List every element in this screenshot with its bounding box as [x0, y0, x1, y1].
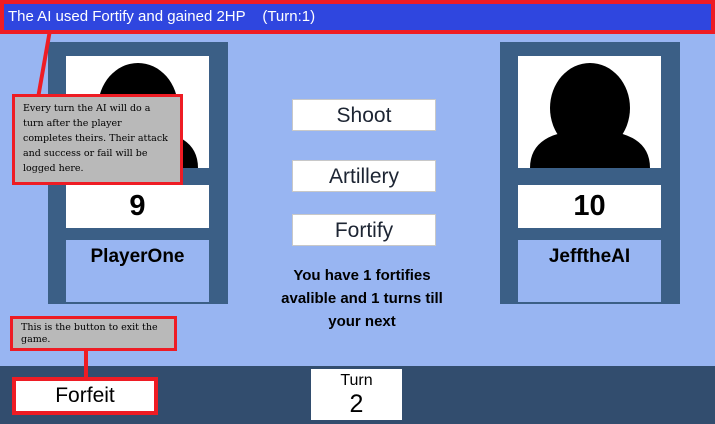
annotation-connector [84, 349, 88, 379]
fortify-button[interactable]: Fortify [292, 214, 436, 246]
shoot-button[interactable]: Shoot [292, 99, 436, 131]
ai-name: JefftheAI [518, 240, 661, 302]
ai-hp: 10 [518, 185, 661, 228]
person-silhouette-icon [530, 63, 650, 168]
forfeit-help-tooltip: This is the button to exit the game. [10, 316, 177, 351]
status-line: You have 1 fortifies [293, 267, 431, 284]
player-hp: 9 [66, 185, 209, 228]
turn-label: Turn [340, 372, 373, 389]
forfeit-button[interactable]: Forfeit [12, 377, 158, 415]
turn-value: 2 [349, 390, 364, 418]
player-name: PlayerOne [66, 240, 209, 302]
ai-action-log: The AI used Fortify and gained 2HP (Turn… [0, 0, 715, 34]
log-message: The AI used Fortify and gained 2HP [8, 8, 246, 25]
game-screen: The AI used Fortify and gained 2HP (Turn… [0, 0, 715, 424]
status-line: your next [328, 313, 396, 330]
ai-card: 10 JefftheAI [500, 42, 680, 304]
turn-counter: Turn 2 [311, 369, 402, 420]
status-line: avalible and 1 turns till [281, 290, 443, 307]
ai-avatar [518, 56, 661, 168]
artillery-button[interactable]: Artillery [292, 160, 436, 192]
fortify-status: You have 1 fortifies avalible and 1 turn… [262, 264, 462, 333]
log-help-tooltip: Every turn the AI will do a turn after t… [12, 94, 183, 185]
log-turn: (Turn:1) [262, 8, 316, 25]
